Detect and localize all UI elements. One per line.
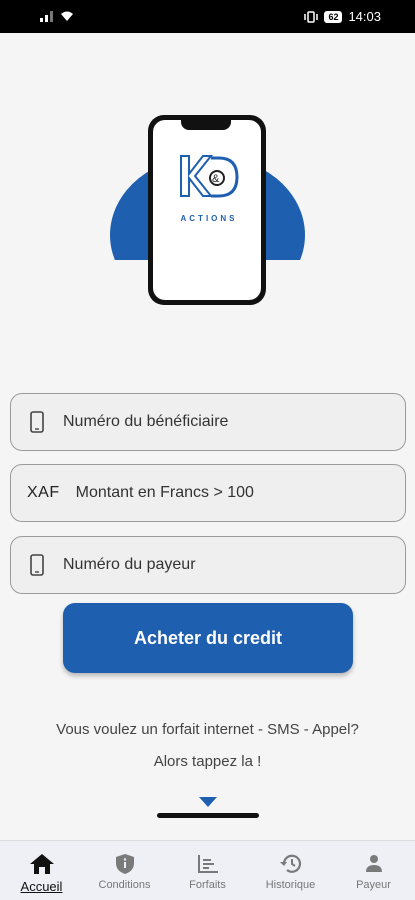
nav-item-payeur[interactable]: Payeur <box>332 841 415 900</box>
nav-label: Historique <box>265 879 316 891</box>
phone-mockup: & ACTIONS <box>148 115 266 305</box>
promo-line-1: Vous voulez un forfait internet - SMS - … <box>56 721 359 738</box>
history-icon <box>279 851 303 877</box>
nav-item-conditions[interactable]: Conditions <box>83 841 166 900</box>
caret-down-icon <box>199 797 217 807</box>
buy-credit-button[interactable]: Acheter du credit <box>63 603 353 673</box>
shield-icon <box>115 851 135 877</box>
nav-label: Conditions <box>98 879 151 891</box>
phone-icon <box>27 410 47 434</box>
payer-input[interactable] <box>63 556 405 574</box>
nav-item-accueil[interactable]: Accueil <box>0 841 83 900</box>
person-icon <box>365 851 383 877</box>
amount-input[interactable] <box>75 484 405 502</box>
beneficiary-input[interactable] <box>63 413 405 431</box>
nav-item-historique[interactable]: Historique <box>249 841 332 900</box>
nav-label: Forfaits <box>189 879 226 891</box>
nav-item-forfaits[interactable]: Forfaits <box>166 841 249 900</box>
brand-subtitle: ACTIONS <box>180 214 238 223</box>
chart-icon <box>197 851 219 877</box>
amount-field[interactable]: XAF <box>10 464 406 522</box>
phone-icon <box>27 553 47 577</box>
signal-icon <box>40 11 53 22</box>
handle-bar <box>157 813 259 818</box>
beneficiary-field[interactable] <box>10 393 406 451</box>
expand-handle[interactable] <box>157 797 259 823</box>
nav-label: Accueil <box>20 879 63 894</box>
status-right: 62 14:03 <box>304 9 381 24</box>
vibrate-icon <box>304 10 319 23</box>
currency-prefix: XAF <box>27 484 60 501</box>
clock: 14:03 <box>348 9 381 24</box>
payer-field[interactable] <box>10 536 406 594</box>
nav-label: Payeur <box>356 879 391 891</box>
promo-line-2[interactable]: Alors tappez la ! <box>0 753 415 770</box>
hero-illustration: & ACTIONS <box>110 115 305 315</box>
wifi-icon <box>61 11 73 21</box>
status-bar: 62 14:03 <box>0 0 415 33</box>
status-left <box>40 11 74 22</box>
home-icon <box>29 851 55 877</box>
svg-text:&: & <box>212 173 220 185</box>
battery-indicator: 62 <box>324 10 343 23</box>
brand-logo: & <box>180 155 239 198</box>
bottom-nav: Accueil Conditions Forfaits Historique P… <box>0 840 415 900</box>
